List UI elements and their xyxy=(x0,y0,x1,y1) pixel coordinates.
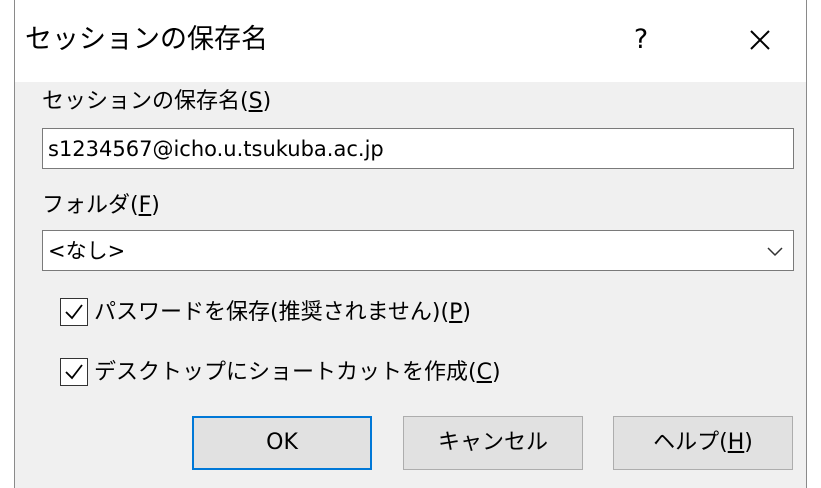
session-name-input[interactable] xyxy=(42,128,794,169)
chevron-down-icon xyxy=(767,247,783,257)
desktop-shortcut-checkbox[interactable] xyxy=(60,358,88,386)
help-title-button[interactable]: ? xyxy=(621,18,661,62)
desktop-shortcut-label: デスクトップにショートカットを作成(C) xyxy=(94,358,501,388)
desktop-shortcut-label-text: デスクトップにショートカットを作成( xyxy=(94,360,477,385)
folder-select[interactable]: <なし> xyxy=(42,230,794,271)
dialog-title: セッションの保存名 xyxy=(25,24,268,55)
help-button-suffix: ) xyxy=(744,430,753,455)
folder-mnemonic: F xyxy=(138,193,152,218)
cancel-button[interactable]: キャンセル xyxy=(403,416,583,470)
session-name-label-suffix: ) xyxy=(262,89,272,114)
checkmark-icon xyxy=(65,304,83,320)
session-name-mnemonic: S xyxy=(248,89,263,114)
save-password-label-text: パスワードを保存(推奨されません)( xyxy=(94,300,450,325)
folder-label: フォルダ(F) xyxy=(42,192,160,220)
help-button[interactable]: ヘルプ(H) xyxy=(613,416,793,470)
help-button-label: ヘルプ( xyxy=(653,430,728,455)
desktop-shortcut-label-suffix: ) xyxy=(491,360,501,385)
session-name-label: セッションの保存名(S) xyxy=(42,88,271,116)
save-password-label-suffix: ) xyxy=(462,300,471,325)
save-password-checkbox[interactable] xyxy=(60,298,88,326)
title-bar: セッションの保存名 ? xyxy=(15,0,806,82)
close-button[interactable] xyxy=(738,18,782,62)
desktop-shortcut-mnemonic: C xyxy=(476,360,492,385)
folder-selected-value: <なし> xyxy=(48,239,126,263)
save-password-mnemonic: P xyxy=(449,300,463,325)
session-name-label-text: セッションの保存名( xyxy=(42,89,249,114)
folder-label-suffix: ) xyxy=(151,193,160,218)
close-icon xyxy=(750,30,770,50)
help-button-mnemonic: H xyxy=(727,430,745,455)
checkmark-icon xyxy=(65,364,83,380)
save-password-label: パスワードを保存(推奨されません)(P) xyxy=(94,298,471,328)
ok-button[interactable]: OK xyxy=(192,416,372,470)
folder-label-text: フォルダ( xyxy=(42,193,139,218)
save-session-dialog: セッションの保存名 ? セッションの保存名(S) フォルダ(F) <なし> パス… xyxy=(14,0,807,488)
